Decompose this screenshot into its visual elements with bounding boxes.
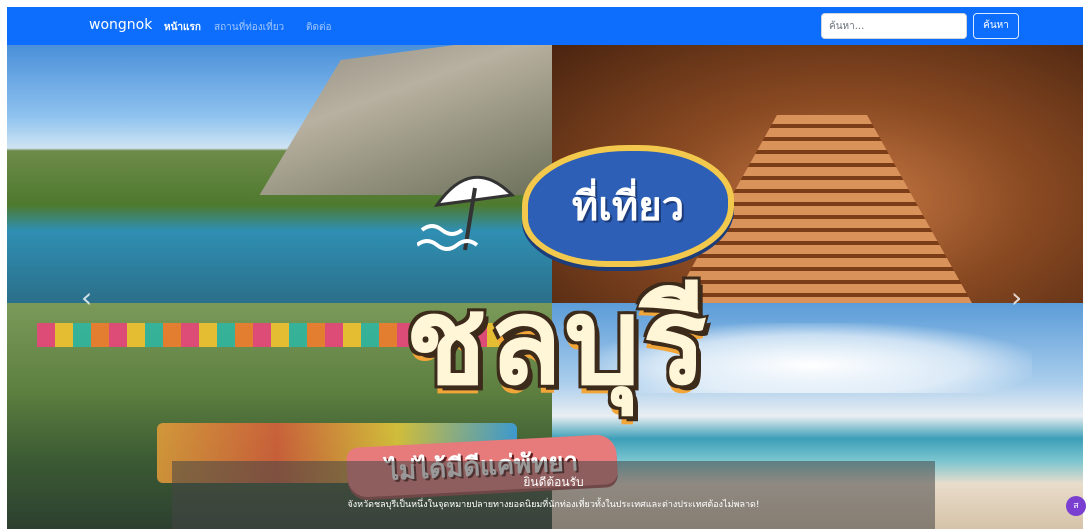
carousel-caption: ยินดีต้อนรับ จังหวัดชลบุรีเป็นหนึ่งในจุด… <box>172 461 935 529</box>
caption-text: จังหวัดชลบุรีเป็นหนึ่งในจุดหมายปลายทางยอ… <box>347 500 760 510</box>
chat-icon[interactable]: ส <box>1066 496 1086 516</box>
navbar: wongnok หน้าแรก สถานที่ท่องเที่ยว ติดต่อ… <box>7 7 1083 45</box>
nav-link-home[interactable]: หน้าแรก <box>164 20 201 35</box>
banner-artwork: ที่เที่ยว ชลบุรี ไม่ได้มีดีแค่พัทยา <box>307 105 807 515</box>
carousel-next-icon[interactable]: › <box>1011 281 1022 314</box>
banner-badge-text: ที่เที่ยว <box>571 183 685 230</box>
search-button[interactable]: ค้นหา <box>973 13 1019 39</box>
carousel-prev-icon[interactable]: ‹ <box>81 281 92 314</box>
caption-title: ยินดีต้อนรับ <box>523 475 584 489</box>
brand-logo[interactable]: wongnok <box>89 17 152 33</box>
search-input[interactable] <box>821 13 967 39</box>
nav-link-attractions[interactable]: สถานที่ท่องเที่ยว <box>214 20 284 35</box>
page-frame: wongnok หน้าแรก สถานที่ท่องเที่ยว ติดต่อ… <box>7 7 1083 529</box>
banner-title: ชลบุรี <box>405 271 709 412</box>
nav-link-contact[interactable]: ติดต่อ <box>306 20 332 35</box>
hero-carousel: ที่เที่ยว ชลบุรี ไม่ได้มีดีแค่พัทยา ‹ › … <box>7 45 1083 529</box>
